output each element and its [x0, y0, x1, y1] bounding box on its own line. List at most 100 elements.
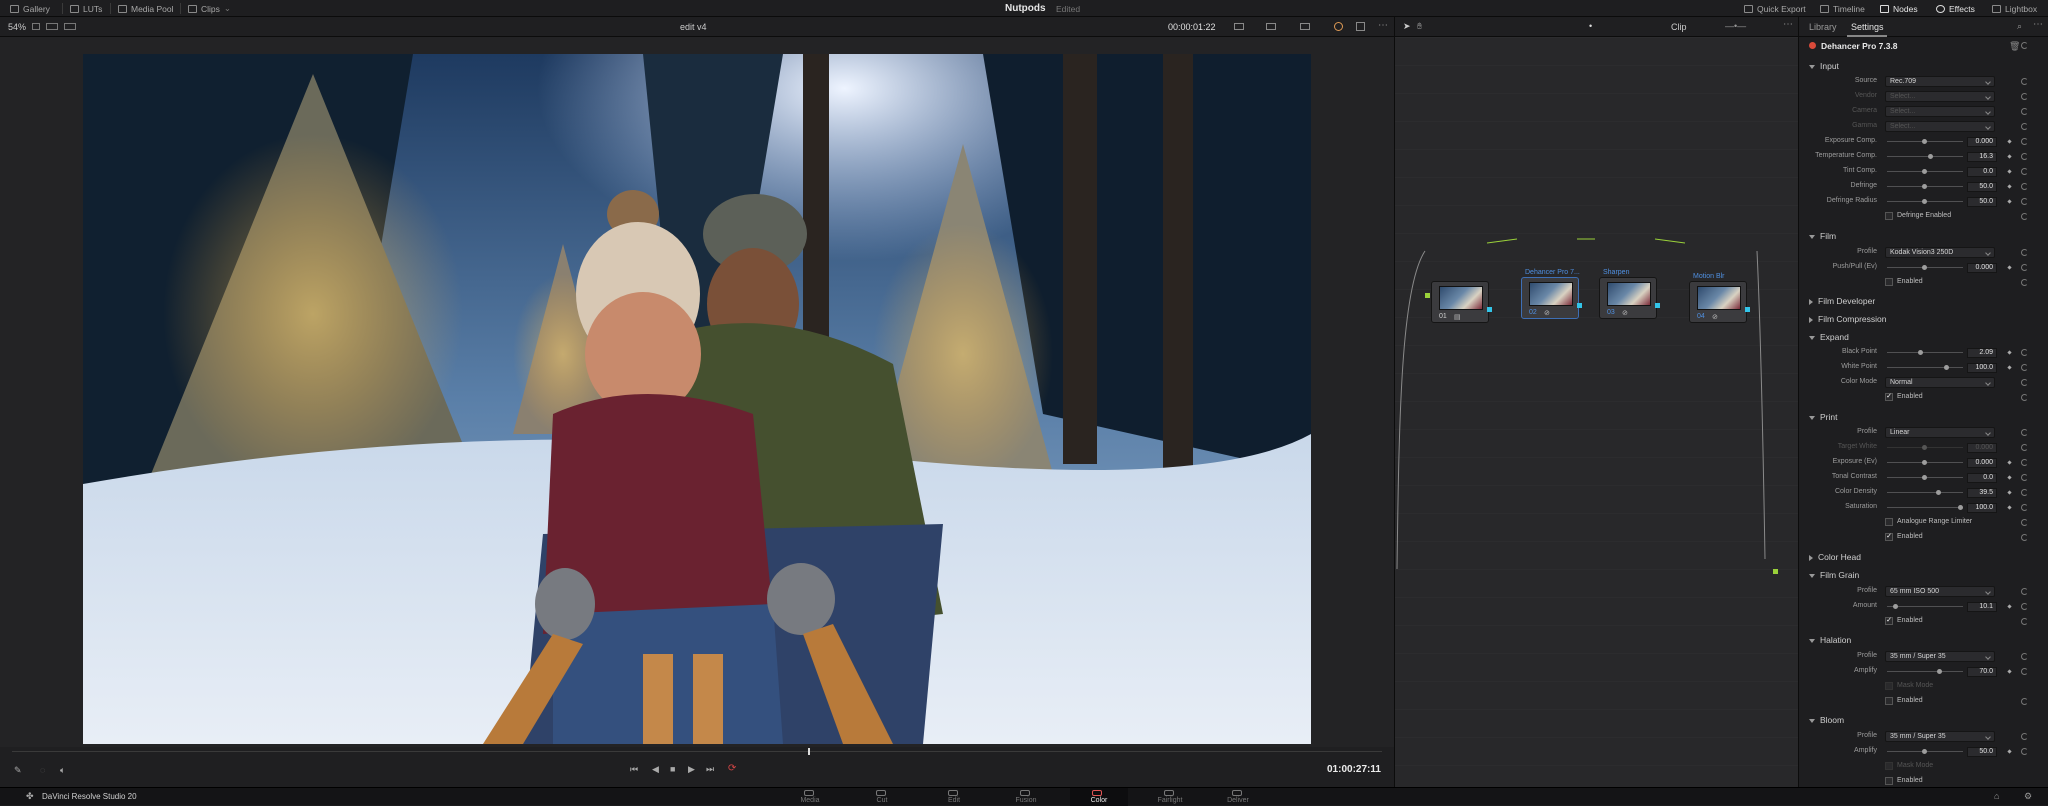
- reset-icon[interactable]: [2021, 213, 2028, 220]
- reset-icon[interactable]: [2021, 618, 2028, 625]
- play-icon[interactable]: ▶: [688, 764, 695, 775]
- keyframe-icon[interactable]: [2007, 265, 2012, 270]
- reset-icon[interactable]: [2021, 733, 2028, 740]
- page-fusion[interactable]: Fusion: [998, 788, 1054, 806]
- push-pull-slider[interactable]: [1887, 265, 1963, 270]
- overlay-toggle-icon[interactable]: ◌: [40, 765, 45, 775]
- zoom-slider[interactable]: —•—: [1725, 21, 1746, 31]
- bloom-enabled-checkbox[interactable]: [1885, 777, 1893, 785]
- reset-icon[interactable]: [2021, 474, 2028, 481]
- hand-icon[interactable]: ✋︎: [1417, 21, 1422, 32]
- reset-icon[interactable]: [2021, 153, 2028, 160]
- tint-comp-value[interactable]: 0.0: [1967, 167, 1997, 177]
- timeline-button[interactable]: Timeline: [1820, 0, 1865, 17]
- defringe-enabled-checkbox[interactable]: [1885, 212, 1893, 220]
- pointer-icon[interactable]: ➤: [1403, 21, 1411, 32]
- reset-icon[interactable]: [2021, 489, 2028, 496]
- node-output-port[interactable]: [1487, 307, 1492, 312]
- expand-enabled-checkbox[interactable]: ✓: [1885, 393, 1893, 401]
- defringe-slider[interactable]: [1887, 184, 1963, 189]
- node-output-port[interactable]: [1745, 307, 1750, 312]
- gallery-button[interactable]: Gallery: [10, 0, 50, 17]
- reset-icon[interactable]: [2021, 698, 2028, 705]
- temperature-comp-slider[interactable]: [1887, 154, 1963, 159]
- reset-icon[interactable]: [2021, 534, 2028, 541]
- exposure-comp-slider[interactable]: [1887, 139, 1963, 144]
- section-expand[interactable]: Expand: [1809, 332, 1849, 342]
- video-frame[interactable]: [83, 54, 1311, 744]
- monitor-icon[interactable]: [1266, 23, 1276, 30]
- exposure-comp-value[interactable]: 0.000: [1967, 137, 1997, 147]
- node-02[interactable]: 02 ⊘: [1521, 277, 1579, 319]
- reset-icon[interactable]: [2021, 123, 2028, 130]
- viewer-mode-icon[interactable]: [1234, 23, 1244, 30]
- white-point-value[interactable]: 100.0: [1967, 363, 1997, 373]
- defringe-radius-value[interactable]: 50.0: [1967, 197, 1997, 207]
- grain-enabled-checkbox[interactable]: ✓: [1885, 617, 1893, 625]
- color-density-value[interactable]: 39.5: [1967, 488, 1997, 498]
- keyframe-icon[interactable]: [2007, 490, 2012, 495]
- reset-icon[interactable]: [2021, 349, 2028, 356]
- color-mode-dropdown[interactable]: Normal: [1885, 377, 1995, 388]
- section-film-grain[interactable]: Film Grain: [1809, 570, 1859, 580]
- keyframe-icon[interactable]: [2007, 139, 2012, 144]
- page-deliver[interactable]: Deliver: [1210, 788, 1266, 806]
- search-icon[interactable]: ⌕: [2017, 21, 2022, 32]
- bloom-amplify-slider[interactable]: [1887, 749, 1963, 754]
- print-exposure-slider[interactable]: [1887, 460, 1963, 465]
- reset-icon[interactable]: [2021, 603, 2028, 610]
- halation-profile-dropdown[interactable]: 35 mm / Super 35: [1885, 651, 1995, 662]
- tonal-contrast-slider[interactable]: [1887, 475, 1963, 480]
- go-to-start-icon[interactable]: ⏮︎: [630, 764, 638, 775]
- zoom-dropdown[interactable]: 54%: [8, 22, 26, 32]
- keyframe-icon[interactable]: [2007, 169, 2012, 174]
- plugin-reset-icon[interactable]: [2021, 42, 2028, 49]
- go-to-end-icon[interactable]: ⏭︎: [706, 764, 714, 775]
- section-film-compression[interactable]: Film Compression: [1809, 314, 1887, 324]
- node-03[interactable]: 03 ⊘: [1599, 277, 1657, 319]
- node-mode-dropdown[interactable]: Clip: [1671, 22, 1687, 32]
- plugin-enable-icon[interactable]: [1809, 42, 1816, 49]
- keyframe-icon[interactable]: [2007, 350, 2012, 355]
- film-enabled-checkbox[interactable]: [1885, 278, 1893, 286]
- layout-wipe-icon[interactable]: [64, 23, 76, 30]
- reset-icon[interactable]: [2021, 138, 2028, 145]
- bloom-amplify-value[interactable]: 50.0: [1967, 747, 1997, 757]
- overlay-icon[interactable]: [1300, 23, 1310, 30]
- media-pool-button[interactable]: Media Pool: [118, 0, 174, 17]
- tint-comp-slider[interactable]: [1887, 169, 1963, 174]
- tab-settings[interactable]: Settings: [1851, 22, 1884, 32]
- effects-button[interactable]: Effects: [1936, 0, 1975, 17]
- loop-icon[interactable]: ⟳: [728, 763, 736, 774]
- node-output-port[interactable]: [1655, 303, 1660, 308]
- node-01[interactable]: 01 ▤: [1431, 281, 1489, 323]
- section-print[interactable]: Print: [1809, 412, 1837, 422]
- section-input[interactable]: Input: [1809, 61, 1839, 71]
- node-options-icon[interactable]: ⋯: [1783, 19, 1793, 30]
- page-media[interactable]: Media: [782, 788, 838, 806]
- reset-icon[interactable]: [2021, 429, 2028, 436]
- print-enabled-checkbox[interactable]: ✓: [1885, 533, 1893, 541]
- push-pull-value[interactable]: 0.000: [1967, 263, 1997, 273]
- volume-icon[interactable]: 🔈︎: [60, 765, 65, 776]
- black-point-value[interactable]: 2.09: [1967, 348, 1997, 358]
- reset-icon[interactable]: [2021, 78, 2028, 85]
- gear-icon[interactable]: ⚙︎: [2024, 791, 2032, 802]
- reset-icon[interactable]: [2021, 168, 2028, 175]
- keyframe-icon[interactable]: [2007, 505, 2012, 510]
- reset-icon[interactable]: [2021, 379, 2028, 386]
- reset-icon[interactable]: [2021, 588, 2028, 595]
- reset-icon[interactable]: [2021, 459, 2028, 466]
- section-color-head[interactable]: Color Head: [1809, 552, 1861, 562]
- keyframe-icon[interactable]: [2007, 460, 2012, 465]
- color-picker-icon[interactable]: ✎: [14, 765, 22, 776]
- color-density-slider[interactable]: [1887, 490, 1963, 495]
- section-film-developer[interactable]: Film Developer: [1809, 296, 1875, 306]
- keyframe-icon[interactable]: [2007, 154, 2012, 159]
- node-04[interactable]: 04 ⊘: [1689, 281, 1747, 323]
- halation-amplify-value[interactable]: 70.0: [1967, 667, 1997, 677]
- clips-button[interactable]: Clips ⌄: [188, 0, 231, 17]
- reset-icon[interactable]: [2021, 668, 2028, 675]
- timeline-selector[interactable]: edit v4: [680, 22, 707, 32]
- highlight-icon[interactable]: [1334, 22, 1343, 31]
